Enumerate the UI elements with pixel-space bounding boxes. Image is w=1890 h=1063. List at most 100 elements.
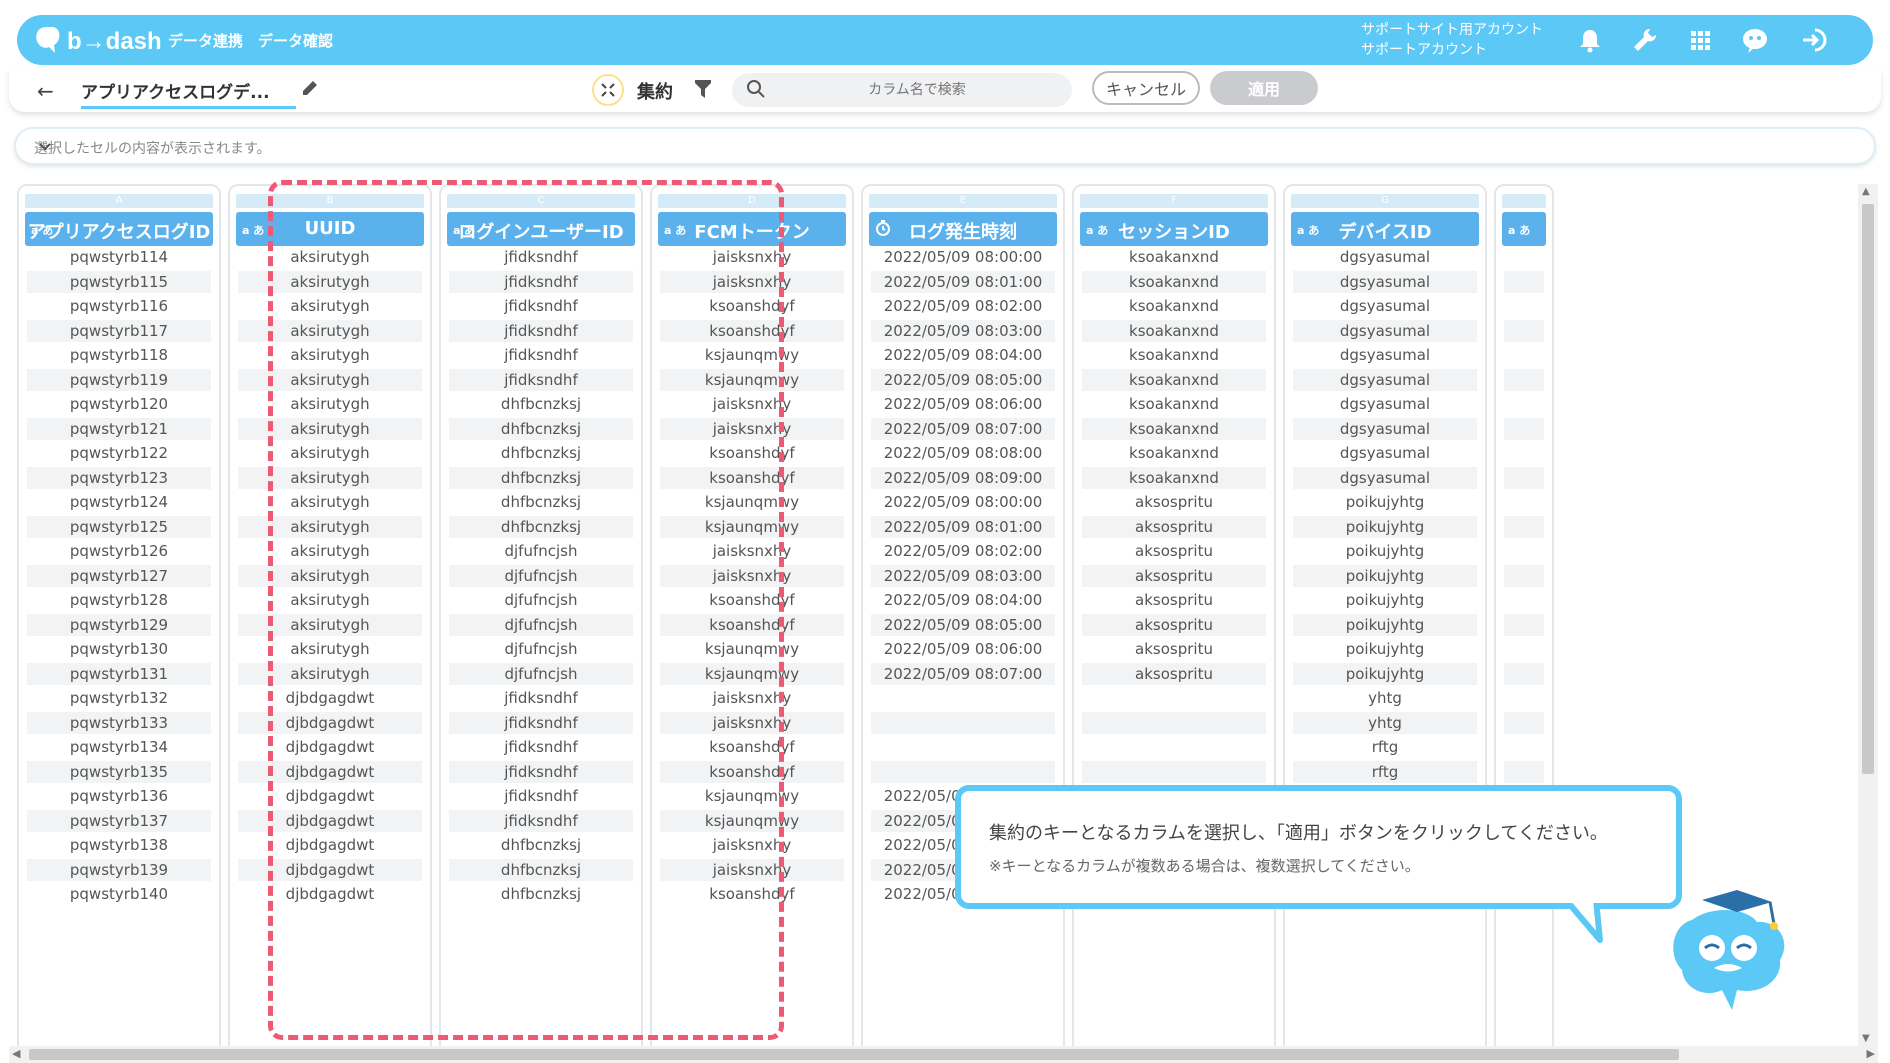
table-cell[interactable] bbox=[1504, 393, 1544, 415]
table-cell[interactable]: dgsyasumal bbox=[1293, 442, 1477, 464]
table-cell[interactable]: dhfbcnzksj bbox=[449, 834, 633, 856]
table-cell[interactable]: poikujyhtg bbox=[1293, 515, 1477, 538]
table-cell[interactable]: pqwstyrb123 bbox=[27, 466, 211, 489]
table-cell[interactable]: rftg bbox=[1293, 736, 1477, 758]
table-cell[interactable]: dhfbcnzksj bbox=[449, 515, 633, 538]
table-cell[interactable]: djbdgagdwt bbox=[238, 858, 422, 881]
table-cell[interactable]: djbdgagdwt bbox=[238, 834, 422, 856]
table-cell[interactable]: pqwstyrb119 bbox=[27, 368, 211, 391]
table-cell[interactable]: dgsyasumal bbox=[1293, 270, 1477, 293]
table-cell[interactable] bbox=[1504, 564, 1544, 587]
column-letter[interactable]: B bbox=[236, 194, 424, 208]
apply-button[interactable]: 適用 bbox=[1210, 71, 1318, 105]
table-cell[interactable]: pqwstyrb114 bbox=[27, 246, 211, 268]
table-cell[interactable]: aksirutygh bbox=[238, 589, 422, 611]
table-cell[interactable]: jfidksndhf bbox=[449, 760, 633, 783]
table-cell[interactable]: poikujyhtg bbox=[1293, 638, 1477, 660]
table-cell[interactable]: ksoakanxnd bbox=[1082, 393, 1266, 415]
table-cell[interactable]: pqwstyrb122 bbox=[27, 442, 211, 464]
chevron-down-icon[interactable] bbox=[34, 136, 56, 158]
table-cell[interactable]: djbdgagdwt bbox=[238, 760, 422, 783]
table-cell[interactable]: 2022/05/09 08:06:00 bbox=[871, 638, 1055, 660]
table-cell[interactable] bbox=[1504, 613, 1544, 636]
table-cell[interactable]: jaisksnxhy bbox=[660, 687, 844, 709]
table-cell[interactable]: djbdgagdwt bbox=[238, 687, 422, 709]
table-cell[interactable]: aksospritu bbox=[1082, 515, 1266, 538]
table-cell[interactable]: pqwstyrb127 bbox=[27, 564, 211, 587]
account-info[interactable]: サポートサイト用アカウント サポートアカウント bbox=[1361, 20, 1543, 60]
table-cell[interactable]: pqwstyrb136 bbox=[27, 785, 211, 807]
table-cell[interactable]: 2022/05/09 08:02:00 bbox=[871, 540, 1055, 562]
table-cell[interactable]: dhfbcnzksj bbox=[449, 417, 633, 440]
table-cell[interactable]: ksoakanxnd bbox=[1082, 295, 1266, 317]
table-cell[interactable]: aksirutygh bbox=[238, 417, 422, 440]
back-arrow-icon[interactable]: ← bbox=[37, 79, 54, 103]
table-cell[interactable]: pqwstyrb130 bbox=[27, 638, 211, 660]
table-cell[interactable] bbox=[1504, 515, 1544, 538]
chat-bot-icon[interactable] bbox=[1740, 25, 1770, 55]
table-cell[interactable]: aksirutygh bbox=[238, 638, 422, 660]
table-cell[interactable]: pqwstyrb128 bbox=[27, 589, 211, 611]
table-cell[interactable]: aksospritu bbox=[1082, 613, 1266, 636]
table-cell[interactable]: 2022/05/09 08:05:00 bbox=[871, 613, 1055, 636]
table-cell[interactable]: jaisksnxhy bbox=[660, 270, 844, 293]
table-cell[interactable]: ksoakanxnd bbox=[1082, 246, 1266, 268]
table-cell[interactable]: djfufncjsh bbox=[449, 589, 633, 611]
table-cell[interactable]: jaisksnxhy bbox=[660, 417, 844, 440]
table-cell[interactable]: jaisksnxhy bbox=[660, 540, 844, 562]
table-cell[interactable]: ksoanshdyf bbox=[660, 295, 844, 317]
table-cell[interactable]: aksirutygh bbox=[238, 246, 422, 268]
table-cell[interactable]: pqwstyrb126 bbox=[27, 540, 211, 562]
table-cell[interactable]: dgsyasumal bbox=[1293, 295, 1477, 317]
table-cell[interactable]: pqwstyrb115 bbox=[27, 270, 211, 293]
grid-column[interactable]: Aa あアプリアクセスログID pqwstyrb114 pqwstyrb115 pqw… bbox=[17, 184, 221, 1046]
table-cell[interactable] bbox=[1082, 760, 1266, 783]
table-cell[interactable]: ksoakanxnd bbox=[1082, 270, 1266, 293]
column-header[interactable]: a あ UUID bbox=[236, 212, 424, 246]
table-cell[interactable]: dgsyasumal bbox=[1293, 393, 1477, 415]
table-cell[interactable]: jaisksnxhy bbox=[660, 246, 844, 268]
table-cell[interactable]: aksirutygh bbox=[238, 295, 422, 317]
table-cell[interactable]: ksoanshdyf bbox=[660, 736, 844, 758]
table-cell[interactable]: ksoanshdyf bbox=[660, 613, 844, 636]
table-cell[interactable]: aksirutygh bbox=[238, 613, 422, 636]
grid-column[interactable]: Fa あセッションID ksoakanxnd ksoakanxnd ksoakanxn… bbox=[1072, 184, 1276, 1046]
table-cell[interactable]: djfufncjsh bbox=[449, 540, 633, 562]
table-cell[interactable]: aksirutygh bbox=[238, 344, 422, 366]
table-cell[interactable] bbox=[1504, 319, 1544, 342]
bell-icon[interactable] bbox=[1575, 25, 1605, 55]
table-cell[interactable]: djbdgagdwt bbox=[238, 883, 422, 905]
table-cell[interactable]: ksoakanxnd bbox=[1082, 319, 1266, 342]
table-cell[interactable] bbox=[1504, 760, 1544, 783]
table-cell[interactable]: pqwstyrb135 bbox=[27, 760, 211, 783]
table-cell[interactable]: djbdgagdwt bbox=[238, 809, 422, 832]
column-header[interactable]: a あ FCMトークン bbox=[658, 212, 846, 246]
table-cell[interactable]: yhtg bbox=[1293, 711, 1477, 734]
table-cell[interactable]: pqwstyrb125 bbox=[27, 515, 211, 538]
table-cell[interactable]: ksoakanxnd bbox=[1082, 442, 1266, 464]
table-cell[interactable] bbox=[1082, 687, 1266, 709]
grid-column[interactable]: a あ bbox=[1494, 184, 1554, 1046]
table-cell[interactable]: 2022/05/09 08:02:00 bbox=[871, 295, 1055, 317]
column-header[interactable]: a あログインユーザーID bbox=[447, 212, 635, 246]
table-cell[interactable]: pqwstyrb120 bbox=[27, 393, 211, 415]
table-cell[interactable]: ksjaunqmwy bbox=[660, 344, 844, 366]
table-cell[interactable] bbox=[871, 760, 1055, 783]
table-cell[interactable]: djfufncjsh bbox=[449, 662, 633, 685]
table-cell[interactable]: dhfbcnzksj bbox=[449, 858, 633, 881]
table-cell[interactable]: pqwstyrb131 bbox=[27, 662, 211, 685]
table-cell[interactable]: poikujyhtg bbox=[1293, 662, 1477, 685]
vertical-scroll-thumb[interactable] bbox=[1862, 204, 1874, 774]
table-cell[interactable]: 2022/05/09 08:03:00 bbox=[871, 319, 1055, 342]
bdash-logo[interactable]: b→dash bbox=[33, 23, 163, 57]
table-cell[interactable]: poikujyhtg bbox=[1293, 589, 1477, 611]
table-cell[interactable]: djfufncjsh bbox=[449, 638, 633, 660]
table-cell[interactable] bbox=[1504, 295, 1544, 317]
table-cell[interactable]: dgsyasumal bbox=[1293, 368, 1477, 391]
table-cell[interactable]: aksospritu bbox=[1082, 491, 1266, 513]
table-cell[interactable] bbox=[1504, 442, 1544, 464]
table-cell[interactable]: ksoanshdyf bbox=[660, 442, 844, 464]
table-cell[interactable]: 2022/05/09 08:00:00 bbox=[871, 491, 1055, 513]
scroll-down-icon[interactable]: ▼ bbox=[1862, 1033, 1870, 1044]
table-cell[interactable]: dhfbcnzksj bbox=[449, 883, 633, 905]
